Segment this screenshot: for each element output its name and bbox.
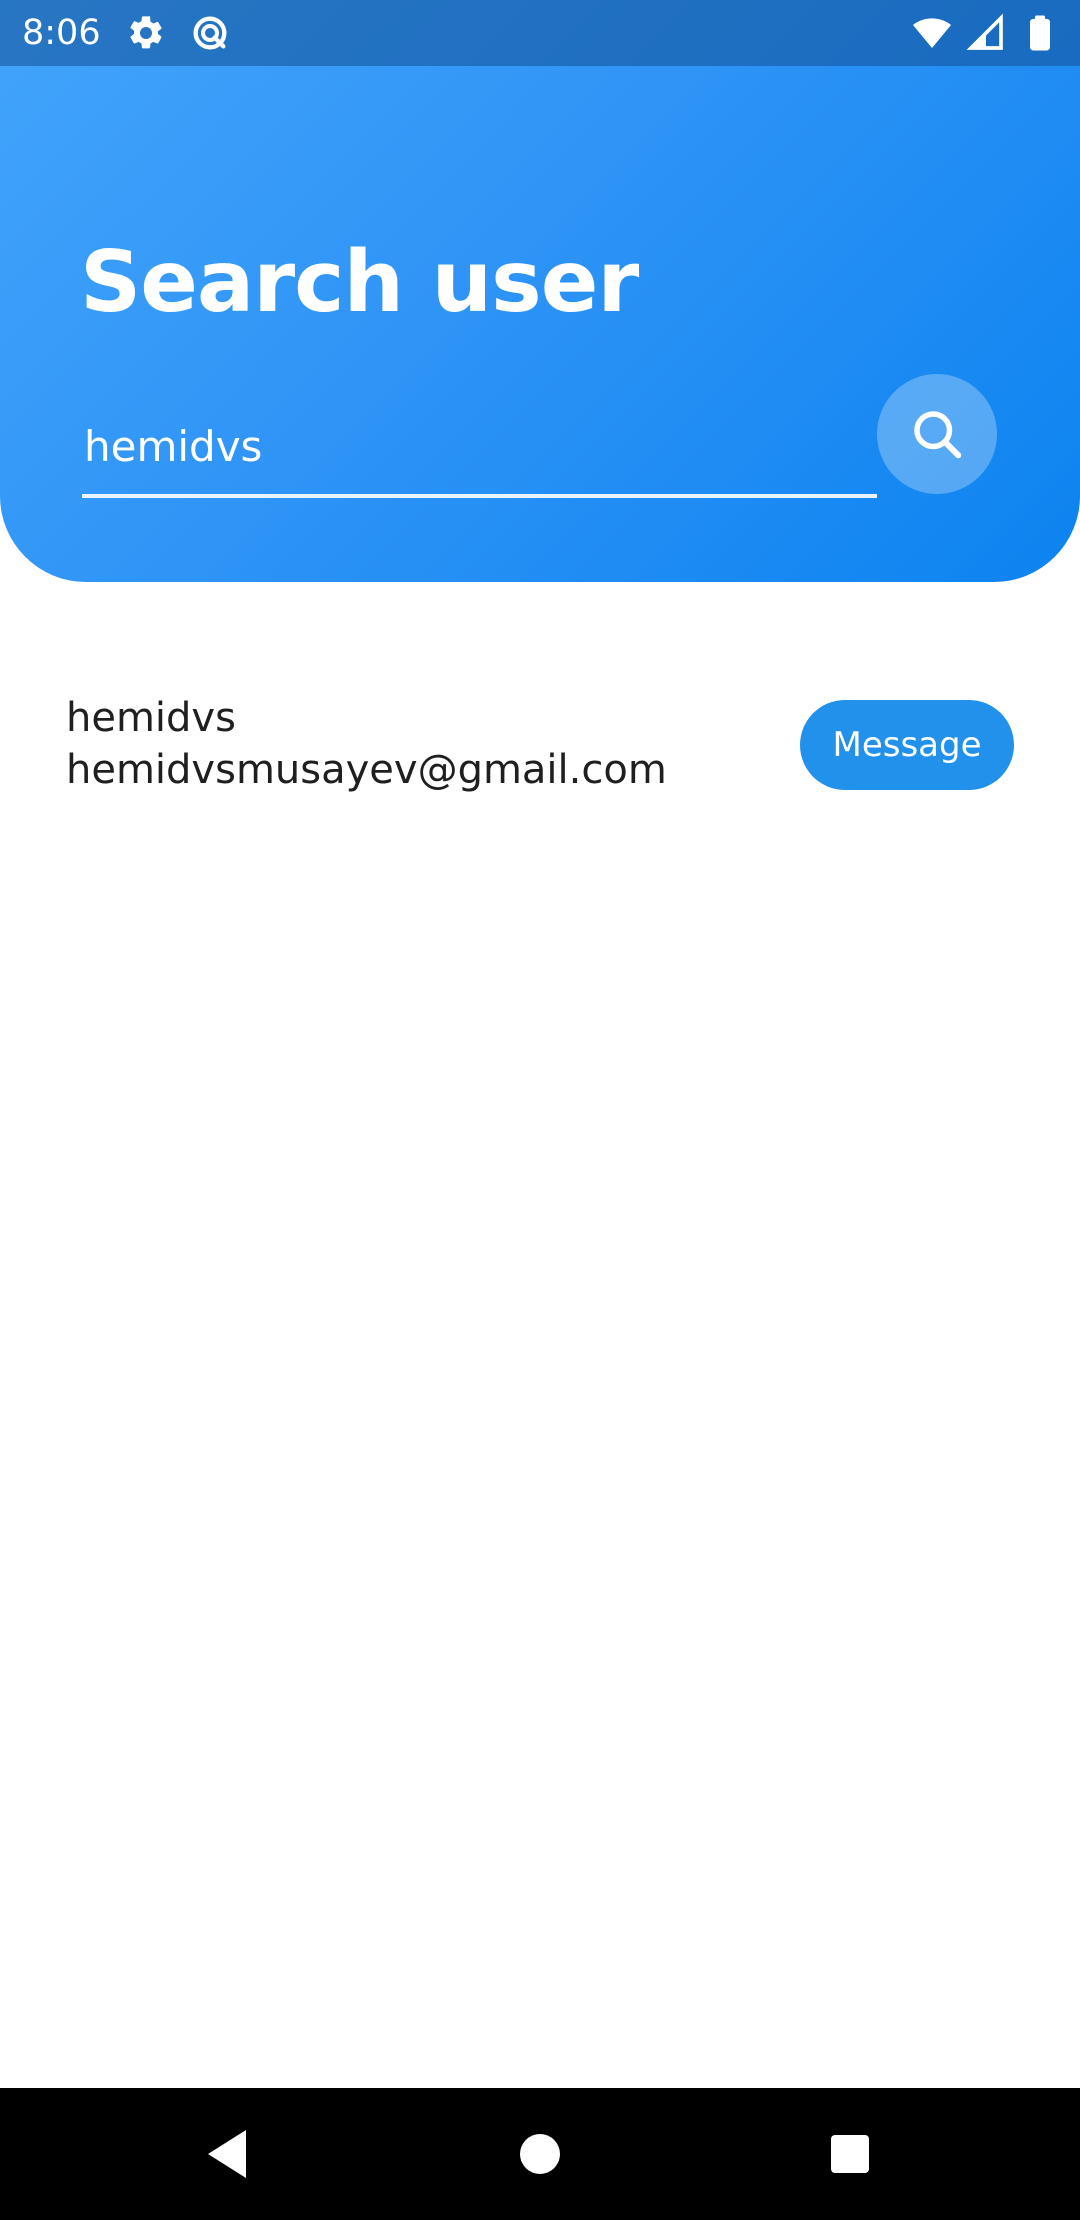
back-icon	[208, 2130, 246, 2178]
data-saver-icon	[193, 16, 227, 50]
status-notification-icons	[126, 13, 230, 53]
status-system-icons	[912, 13, 1060, 53]
search-icon	[914, 411, 962, 459]
recents-button[interactable]	[812, 2116, 888, 2192]
cell-signal-icon	[966, 13, 1003, 50]
wifi-icon	[913, 18, 951, 48]
settings-icon	[130, 16, 162, 49]
home-button[interactable]	[502, 2116, 578, 2192]
search-button[interactable]	[877, 374, 997, 494]
recents-icon	[831, 2135, 869, 2173]
user-email: hemidvsmusayev@gmail.com	[66, 747, 667, 793]
battery-icon	[1030, 15, 1050, 51]
user-result-row: hemidvs hemidvsmusayev@gmail.com Message	[0, 650, 1080, 840]
status-time: 8:06	[22, 13, 101, 53]
navigation-bar	[0, 2088, 1080, 2220]
search-input[interactable]	[82, 398, 877, 498]
search-header: 8:06 Search user hemidvs	[0, 0, 1080, 582]
user-name: hemidvs	[66, 695, 236, 741]
message-button[interactable]: Message	[800, 700, 1014, 790]
search-results-list: hemidvs hemidvsmusayev@gmail.com Message	[0, 650, 1080, 840]
back-button[interactable]	[190, 2116, 266, 2192]
search-user-screen: 8:06 Search user hemidvs hemidvs hemidvs…	[0, 0, 1080, 2220]
page-title: Search user	[80, 233, 639, 332]
status-bar: 8:06	[0, 0, 1080, 66]
home-icon	[520, 2134, 560, 2174]
